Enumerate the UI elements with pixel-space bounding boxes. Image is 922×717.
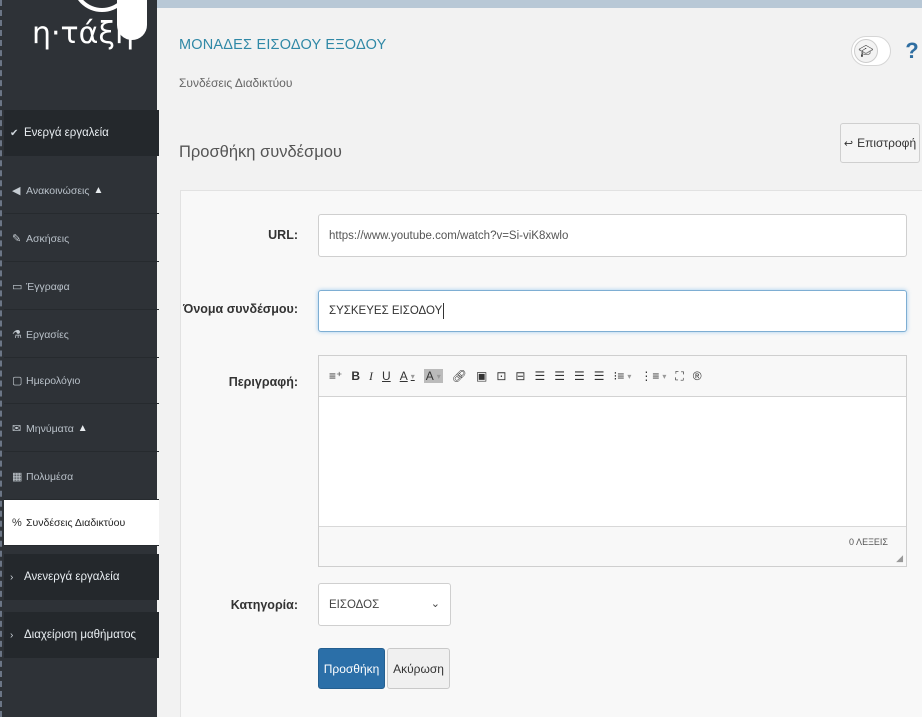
- sidebar: η·τάξη ✔ Ενεργά εργαλεία ◀ Ανακοινώσεις …: [0, 0, 159, 717]
- page-header: ΜΟΝΑΔΕΣ ΕΙΣΟΔΟΥ ΕΞΟΔΟΥ Συνδέσεις Διαδικτ…: [157, 8, 922, 108]
- editor-toolbar: ≡⁺ B I U A A 🔗︎ ▣ ⊡ ⊟ ☰ ☰ ☰ ☰ ⁝≡ ⋮≡ ⛶ ®: [319, 356, 906, 397]
- media-icon[interactable]: ⊡: [496, 369, 506, 383]
- chevron-down-icon: ✔: [10, 127, 19, 139]
- film-icon: ▦: [12, 471, 23, 483]
- sidebar-item-label: Πολυμέσα: [26, 470, 74, 483]
- sidebar-item-assignments[interactable]: ⚗ Εργασίες: [4, 312, 159, 358]
- text-caret: [443, 303, 445, 319]
- graduation-cap-icon: 🎓︎: [854, 39, 878, 63]
- folder-icon: ▭: [12, 281, 23, 293]
- breadcrumb: Συνδέσεις Διαδικτύου: [179, 76, 293, 90]
- category-label: Κατηγορία:: [230, 598, 298, 612]
- warning-icon: ▲: [77, 423, 88, 434]
- sidebar-item-label: Έγγραφα: [26, 280, 70, 293]
- warning-icon: ▲: [93, 185, 104, 196]
- page-title: Προσθήκη συνδέσμου: [179, 143, 342, 161]
- sidebar-section-active-tools[interactable]: ✔ Ενεργά εργαλεία: [4, 110, 159, 156]
- course-title[interactable]: ΜΟΝΑΔΕΣ ΕΙΣΟΔΟΥ ΕΞΟΔΟΥ: [179, 37, 386, 53]
- sidebar-section-label: Διαχείριση μαθήματος: [24, 629, 137, 641]
- chevron-right-icon: ›: [10, 571, 14, 583]
- top-strip: [157, 0, 922, 8]
- sidebar-item-exercises[interactable]: ✎ Ασκήσεις: [4, 216, 159, 262]
- table-icon[interactable]: ⊟: [515, 369, 525, 383]
- chevron-right-icon: ›: [10, 629, 14, 641]
- underline-button[interactable]: U: [382, 369, 391, 383]
- link-icon: %: [12, 516, 22, 529]
- link-name-input[interactable]: ΣΥΣΚΕΥΕΣ ΕΙΣΟΔΟΥ: [318, 290, 907, 332]
- sidebar-item-web-links[interactable]: % Συνδέσεις Διαδικτύου: [4, 500, 159, 546]
- align-left-icon[interactable]: ☰: [534, 369, 545, 383]
- sidebar-section-course-admin[interactable]: › Διαχείριση μαθήματος: [4, 612, 159, 658]
- envelope-icon: ✉: [12, 423, 22, 435]
- resize-handle-icon[interactable]: ◢: [896, 553, 903, 564]
- description-textarea[interactable]: [319, 398, 906, 526]
- logo-text: η·τάξη: [32, 16, 135, 51]
- description-label: Περιγραφή:: [228, 375, 298, 389]
- background-color-button[interactable]: A: [423, 369, 443, 383]
- calendar-icon: ▢: [12, 375, 23, 387]
- italic-button[interactable]: I: [369, 369, 373, 384]
- back-button[interactable]: ↩ Επιστροφή: [840, 123, 920, 163]
- special-char-icon[interactable]: ®: [693, 369, 702, 383]
- sidebar-item-messages[interactable]: ✉ Μηνύματα ▲: [4, 406, 159, 452]
- logo[interactable]: η·τάξη: [12, 0, 157, 70]
- category-select-value: ΕΙΣΟΔΟΣ: [329, 598, 380, 611]
- bold-button[interactable]: B: [351, 369, 360, 383]
- align-center-icon[interactable]: ☰: [554, 369, 565, 383]
- sidebar-item-label: Εργασίες: [26, 328, 69, 341]
- align-right-icon[interactable]: ☰: [574, 369, 585, 383]
- sidebar-item-label: Ανακοινώσεις: [26, 184, 90, 197]
- link-name-label: Όνομα συνδέσμου:: [183, 302, 298, 316]
- format-icon[interactable]: ≡⁺: [329, 369, 342, 383]
- megaphone-icon: ◀: [12, 185, 21, 197]
- student-view-toggle[interactable]: 🎓︎: [851, 36, 891, 66]
- sidebar-item-announcements[interactable]: ◀ Ανακοινώσεις ▲: [4, 168, 159, 214]
- image-icon[interactable]: ▣: [476, 369, 487, 383]
- sidebar-item-label: Ασκήσεις: [26, 232, 70, 245]
- sidebar-item-multimedia[interactable]: ▦ Πολυμέσα: [4, 454, 159, 500]
- align-justify-icon[interactable]: ☰: [594, 369, 605, 383]
- sidebar-section-inactive-tools[interactable]: › Ανενεργά εργαλεία: [4, 554, 159, 600]
- numbered-list-icon[interactable]: ⋮≡: [640, 369, 666, 383]
- url-label: URL:: [268, 228, 298, 242]
- sidebar-section-label: Ανενεργά εργαλεία: [24, 571, 120, 583]
- back-button-label: Επιστροφή: [857, 136, 917, 150]
- submit-button[interactable]: Προσθήκη: [318, 648, 385, 689]
- link-icon[interactable]: 🔗︎: [452, 369, 467, 383]
- font-color-button[interactable]: A: [400, 369, 415, 383]
- edit-icon: ✎: [12, 233, 22, 245]
- link-name-value: ΣΥΣΚΕΥΕΣ ΕΙΣΟΔΟΥ: [329, 305, 443, 317]
- url-input[interactable]: https://www.youtube.com/watch?v=Si-viK8x…: [318, 214, 907, 257]
- category-select[interactable]: ΕΙΣΟΔΟΣ ⌄: [318, 583, 451, 626]
- description-editor: ≡⁺ B I U A A 🔗︎ ▣ ⊡ ⊟ ☰ ☰ ☰ ☰ ⁝≡ ⋮≡ ⛶ ® …: [318, 355, 907, 567]
- bullet-list-icon[interactable]: ⁝≡: [614, 369, 632, 383]
- fullscreen-icon[interactable]: ⛶: [675, 369, 683, 384]
- cancel-button[interactable]: Ακύρωση: [387, 648, 450, 689]
- chevron-down-icon: ⌄: [430, 598, 440, 610]
- sidebar-item-label: Μηνύματα: [26, 422, 74, 435]
- reply-icon: ↩: [843, 137, 854, 150]
- sidebar-item-calendar[interactable]: ▢ Ημερολόγιο: [4, 358, 159, 404]
- editor-statusbar: 0 ΛΕΞΕΙΣ ◢: [319, 526, 906, 566]
- help-button[interactable]: ?: [902, 36, 922, 66]
- sidebar-item-label: Συνδέσεις Διαδικτύου: [26, 516, 126, 529]
- sidebar-item-documents[interactable]: ▭ Έγγραφα: [4, 264, 159, 310]
- sidebar-item-label: Ημερολόγιο: [26, 374, 81, 387]
- word-count: 0 ΛΕΞΕΙΣ: [849, 537, 888, 547]
- sidebar-section-label: Ενεργά εργαλεία: [24, 127, 109, 139]
- flask-icon: ⚗: [12, 329, 22, 341]
